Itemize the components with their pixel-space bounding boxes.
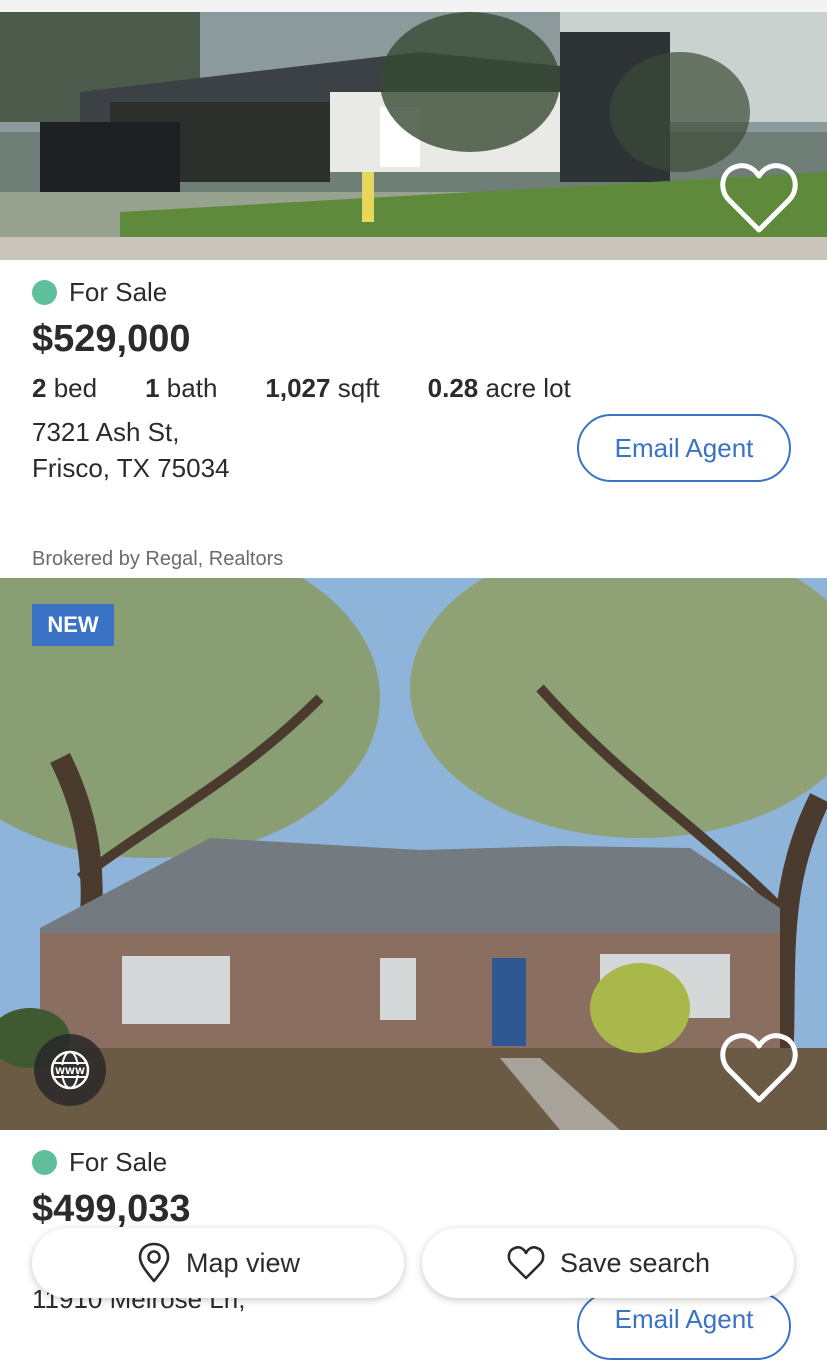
status-label: For Sale bbox=[69, 277, 168, 307]
save-search-label: Save search bbox=[559, 1247, 711, 1278]
top-strip bbox=[0, 0, 827, 12]
sqft-value: 1,027 bbox=[265, 373, 331, 403]
status-row: For Sale bbox=[32, 1147, 167, 1178]
email-agent-button[interactable]: Email Agent bbox=[577, 414, 791, 482]
map-pin-icon bbox=[138, 1242, 170, 1283]
listing-photo[interactable] bbox=[0, 578, 827, 1130]
sqft-fact: 1,027 sqft bbox=[265, 373, 379, 404]
status-row: For Sale bbox=[32, 277, 167, 308]
baths-unit: bath bbox=[166, 373, 218, 403]
listing-address[interactable]: 7321 Ash St, Frisco, TX 75034 bbox=[32, 414, 230, 486]
beds-unit: bed bbox=[53, 373, 98, 403]
favorite-heart-icon[interactable] bbox=[717, 158, 801, 238]
listing-price: $499,033 bbox=[32, 1188, 191, 1230]
svg-text:WWW: WWW bbox=[55, 1067, 85, 1077]
email-agent-button[interactable]: Email Agent bbox=[577, 1292, 791, 1360]
sqft-unit: sqft bbox=[337, 373, 380, 403]
status-dot bbox=[32, 280, 57, 305]
baths-count: 1 bbox=[145, 373, 160, 403]
favorite-heart-icon[interactable] bbox=[717, 1028, 801, 1108]
heart-outline-icon bbox=[507, 1246, 545, 1280]
lot-value: 0.28 bbox=[427, 373, 479, 403]
status-dot bbox=[32, 1150, 57, 1175]
status-label: For Sale bbox=[69, 1147, 168, 1177]
beds-count: 2 bbox=[32, 373, 47, 403]
map-view-label: Map view bbox=[185, 1247, 301, 1278]
baths-fact: 1 bath bbox=[145, 373, 217, 404]
listing-facts: 2 bed 1 bath 1,027 sqft 0.28 acre lot bbox=[32, 373, 619, 404]
listing-photo[interactable] bbox=[0, 12, 827, 260]
beds-fact: 2 bed bbox=[32, 373, 97, 404]
lot-fact: 0.28 acre lot bbox=[428, 373, 571, 404]
new-badge: NEW bbox=[32, 604, 114, 646]
save-search-button[interactable]: Save search bbox=[422, 1228, 794, 1298]
lot-unit: acre lot bbox=[485, 373, 571, 403]
map-view-button[interactable]: Map view bbox=[32, 1228, 404, 1298]
globe-www-icon[interactable]: WWW bbox=[34, 1034, 106, 1106]
address-line2: Frisco, TX 75034 bbox=[32, 453, 230, 483]
listing-price: $529,000 bbox=[32, 318, 191, 360]
address-line1: 7321 Ash St, bbox=[32, 417, 180, 447]
broker-text: Brokered by Regal, Realtors bbox=[32, 548, 284, 570]
